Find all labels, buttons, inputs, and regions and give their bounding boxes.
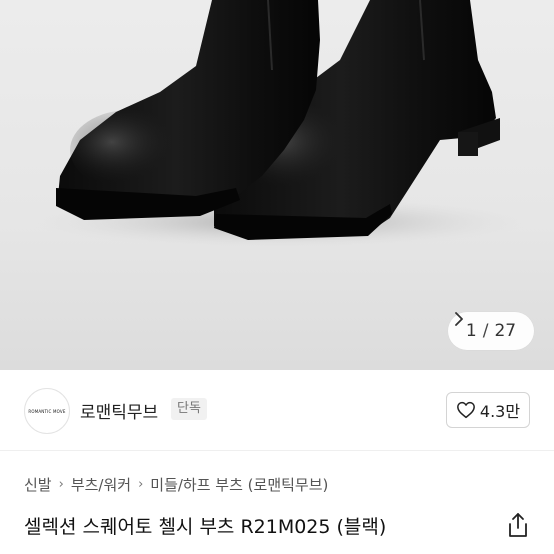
- chevron-right-icon[interactable]: [454, 312, 464, 326]
- product-image-gallery[interactable]: 1 / 27: [0, 0, 554, 370]
- section-divider: [0, 450, 554, 451]
- breadcrumb-item-middle-half-boots[interactable]: 미들/하프 부츠 (로맨틱무브): [150, 474, 328, 495]
- breadcrumb: 신발 › 부츠/워커 › 미들/하프 부츠 (로맨틱무브): [24, 474, 328, 495]
- chevron-right-icon: ›: [58, 477, 64, 492]
- breadcrumb-item-shoes[interactable]: 신발: [24, 474, 52, 495]
- image-counter-separator: /: [482, 321, 489, 341]
- brand-name-link[interactable]: 로맨틱무브: [80, 398, 158, 423]
- brand-row: ROMANTIC MOVE 로맨틱무브 단독 4.3만: [0, 370, 554, 450]
- share-icon[interactable]: [506, 512, 530, 538]
- brand-logo[interactable]: ROMANTIC MOVE: [24, 388, 70, 434]
- heart-outline-icon: [456, 401, 475, 419]
- brand-logo-text: ROMANTIC MOVE: [28, 408, 66, 414]
- exclusive-badge: 단독: [171, 398, 207, 420]
- image-counter-total: 27: [494, 321, 517, 341]
- brand-like-button[interactable]: 4.3만: [446, 392, 530, 428]
- chevron-right-icon: ›: [138, 477, 144, 492]
- image-counter-current: 1: [465, 321, 477, 341]
- breadcrumb-item-boots-walker[interactable]: 부츠/워커: [71, 474, 131, 495]
- image-counter[interactable]: 1 / 27: [448, 312, 534, 350]
- product-title: 셀렉션 스퀘어토 첼시 부츠 R21M025 (블랙): [24, 516, 387, 538]
- brand-like-count: 4.3만: [479, 402, 521, 421]
